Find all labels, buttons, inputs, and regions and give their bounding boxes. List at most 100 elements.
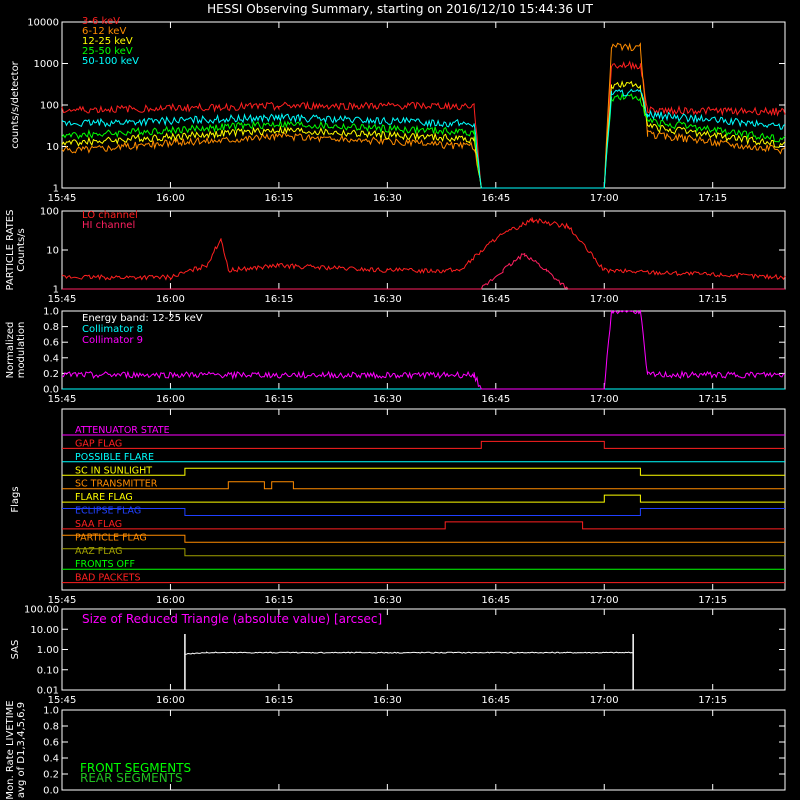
legend-entry: HI channel [82,220,135,231]
time-tick-label: 16:45 [481,193,510,204]
time-tick-label: 16:45 [481,294,510,305]
time-tick-label: 16:45 [481,595,510,606]
time-tick-label: 16:15 [264,294,293,305]
flag-line-sc-in-sunlight [62,467,785,476]
particle-rate-panel-frame [61,210,786,290]
y-tick-label: 0.4 [43,754,59,765]
time-tick-label: 16:00 [156,193,185,204]
panel-annotation: Energy band: 12-25 keV [82,313,203,324]
flag-label: FRONTS OFF [75,559,135,570]
time-tick-label: 17:00 [590,695,619,706]
flag-label: GAP FLAG [75,438,122,449]
flag-label: SAA FLAG [75,519,122,530]
flag-line-eclipse-flag [62,508,785,516]
y-tick-label: 0.8 [43,722,59,733]
time-tick-label: 16:15 [264,695,293,706]
y-tick-label: 10000 [27,18,59,29]
flag-label: FLARE FLAG [75,492,133,503]
y-tick-label: 0.0 [43,385,59,396]
y-tick-label: 100 [40,207,59,218]
time-tick-label: 17:15 [698,193,727,204]
y-tick-label: 0.10 [37,665,59,676]
y-tick-label: 0.6 [43,738,59,749]
flag-line-saa-flag [62,521,785,530]
y-axis-label: SAS [10,640,21,660]
y-tick-label: 1.0 [43,307,59,318]
flag-label: PARTICLE FLAG [75,532,147,543]
y-tick-label: 0.2 [43,369,59,380]
y-tick-label: 1 [53,184,59,195]
chart-title: HESSI Observing Summary, starting on 201… [207,2,593,16]
flag-label: ECLIPSE FLAG [75,506,141,517]
series-line-6-12-keV [61,42,786,189]
y-tick-label: 0.0 [43,786,59,797]
time-tick-label: 16:30 [373,394,402,405]
time-tick-label: 15:45 [48,695,77,706]
flag-label: BAD PACKETS [75,573,141,584]
time-tick-label: 17:15 [698,294,727,305]
y-axis-label: Mon. Rate LIVETIMEavg of D1,3,4,5,6,9 [5,700,27,799]
flag-line-flare-flag [62,494,785,503]
panel-annotation: Size of Reduced Triangle (absolute value… [82,612,382,626]
time-tick-label: 16:30 [373,695,402,706]
time-tick-label: 16:30 [373,193,402,204]
time-tick-label: 16:00 [156,394,185,405]
y-tick-label: 0.4 [43,353,59,364]
y-tick-label: 100 [40,101,59,112]
flag-line-particle-flag [62,534,785,543]
time-tick-label: 16:45 [481,394,510,405]
legend-entry: Collimator 9 [82,335,143,346]
time-tick-label: 16:15 [264,193,293,204]
time-tick-label: 15:45 [48,394,77,405]
legend-entry: 50-100 keV [82,56,139,67]
flag-label: AAZ FLAG [75,546,122,557]
time-tick-label: 16:00 [156,294,185,305]
legend-entry: REAR SEGMENTS [80,771,183,785]
y-tick-label: 100.00 [24,605,59,616]
time-tick-label: 16:45 [481,695,510,706]
time-tick-label: 16:30 [373,595,402,606]
y-axis-label: Normalizedmodulation [5,322,27,379]
flag-label: POSSIBLE FLARE [75,452,154,463]
time-tick-label: 17:00 [590,394,619,405]
hessi-summary-chart: HESSI Observing Summary, starting on 201… [5,2,786,800]
flag-line-sc-transmitter [62,481,785,490]
y-tick-label: 10 [46,142,59,153]
y-tick-label: 0.6 [43,338,59,349]
time-tick-label: 16:15 [264,394,293,405]
y-tick-label: 1.0 [43,706,59,717]
flag-label: SC TRANSMITTER [75,479,158,490]
y-tick-label: 10.00 [30,625,59,636]
time-tick-label: 17:15 [698,394,727,405]
y-axis-label: PARTICLE RATESCounts/s [5,210,27,291]
time-tick-label: 17:00 [590,294,619,305]
time-tick-label: 17:00 [590,193,619,204]
series-line-12-25-keV [61,80,786,189]
time-tick-label: 17:15 [698,695,727,706]
y-tick-label: 1000 [34,59,59,70]
time-tick-label: 16:15 [264,595,293,606]
y-tick-label: 0.01 [37,686,59,697]
flag-line-aaz-flag [62,548,785,557]
time-tick-label: 15:45 [48,294,77,305]
time-tick-label: 16:00 [156,695,185,706]
legend-entry: Collimator 8 [82,324,143,335]
time-tick-label: 15:45 [48,193,77,204]
flags-panel-frame [61,408,786,591]
y-axis-label: Flags [10,486,21,512]
y-tick-label: 1 [53,285,59,296]
time-tick-label: 17:15 [698,595,727,606]
flag-label: SC IN SUNLIGHT [75,465,152,476]
time-tick-label: 17:00 [590,595,619,606]
time-tick-label: 16:00 [156,595,185,606]
y-axis-label: counts/s/detector [10,60,21,148]
y-tick-label: 0.8 [43,322,59,333]
flag-line-gap-flag [62,440,785,449]
sas-line [184,651,634,655]
y-tick-label: 0.2 [43,770,59,781]
series-line-LO-channel [61,217,786,281]
time-tick-label: 16:30 [373,294,402,305]
flag-label: ATTENUATOR STATE [75,425,170,436]
y-tick-label: 1.00 [37,645,59,656]
y-tick-label: 10 [46,246,59,257]
